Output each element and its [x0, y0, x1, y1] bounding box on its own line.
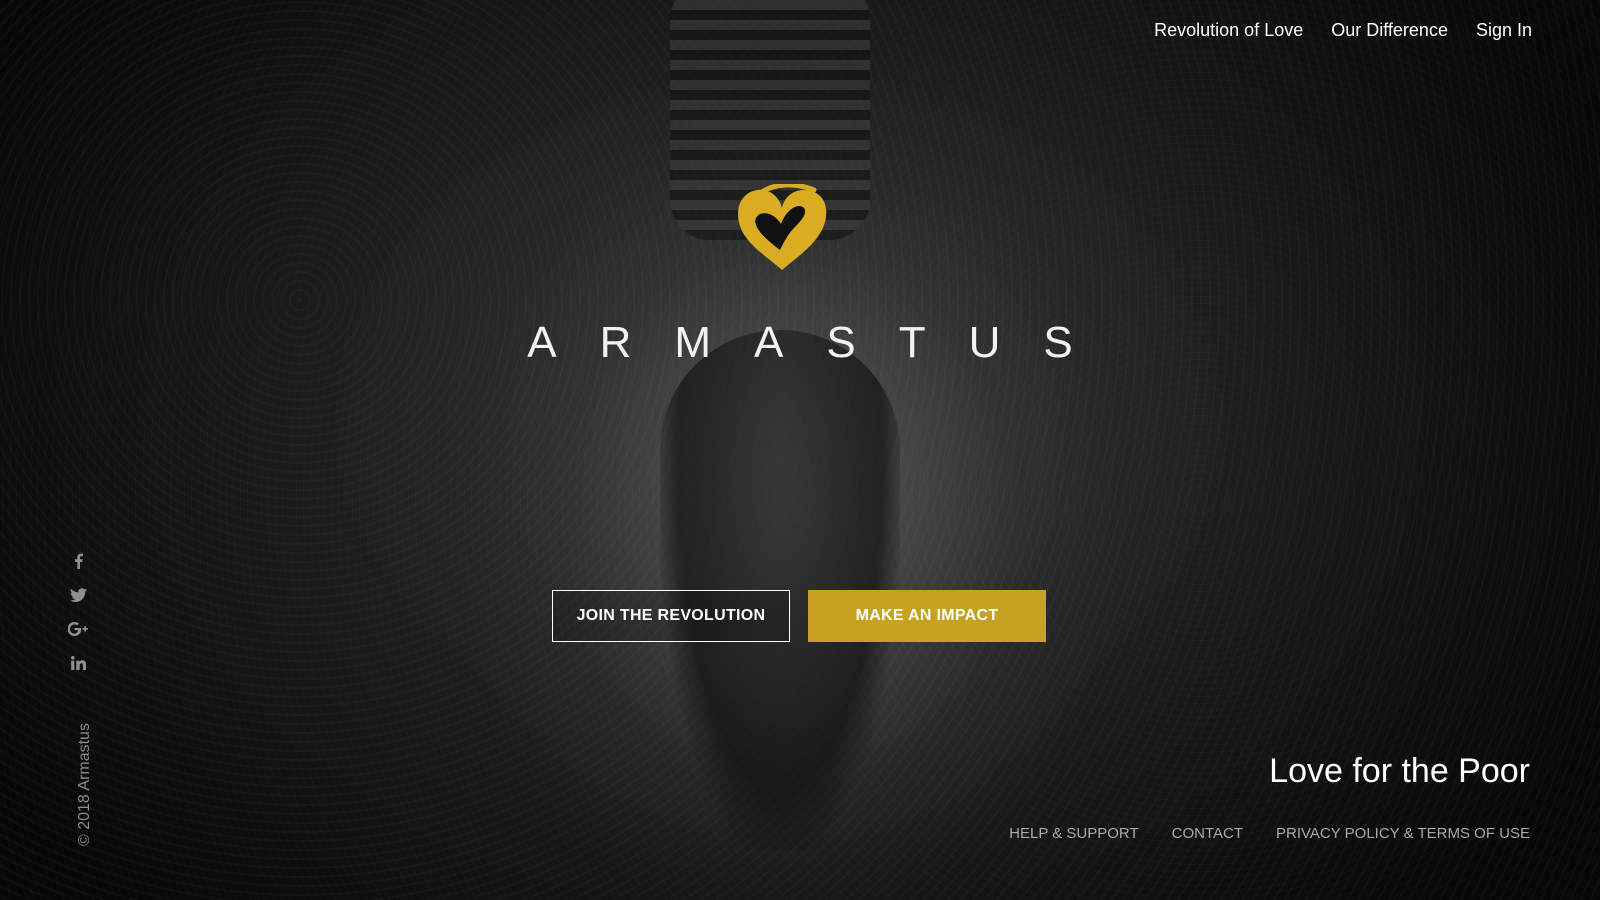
- join-the-revolution-button[interactable]: JOIN THE REVOLUTION: [552, 590, 790, 642]
- make-an-impact-button[interactable]: MAKE AN IMPACT: [808, 590, 1046, 642]
- top-nav: Revolution of Love Our Difference Sign I…: [1154, 16, 1532, 44]
- footer-privacy-terms-link[interactable]: PRIVACY POLICY & TERMS OF USE: [1276, 825, 1530, 842]
- google-plus-icon[interactable]: [66, 620, 90, 638]
- linkedin-icon[interactable]: [66, 654, 90, 672]
- tagline: Love for the Poor: [1269, 752, 1530, 790]
- twitter-icon[interactable]: [66, 586, 90, 604]
- cta-group: JOIN THE REVOLUTION MAKE AN IMPACT: [552, 590, 1046, 642]
- footer-links: HELP & SUPPORT CONTACT PRIVACY POLICY & …: [1009, 825, 1530, 842]
- copyright-text: © 2018 Armastus: [76, 723, 93, 846]
- nav-our-difference[interactable]: Our Difference: [1331, 16, 1448, 44]
- social-links: [66, 552, 90, 672]
- facebook-icon[interactable]: [66, 552, 90, 570]
- footer-help-support-link[interactable]: HELP & SUPPORT: [1009, 825, 1139, 842]
- heart-icon: [734, 182, 830, 276]
- nav-sign-in[interactable]: Sign In: [1476, 16, 1532, 44]
- nav-revolution-of-love[interactable]: Revolution of Love: [1154, 16, 1303, 44]
- footer-contact-link[interactable]: CONTACT: [1172, 825, 1243, 842]
- brand-wordmark: ARMASTUS: [527, 318, 1116, 367]
